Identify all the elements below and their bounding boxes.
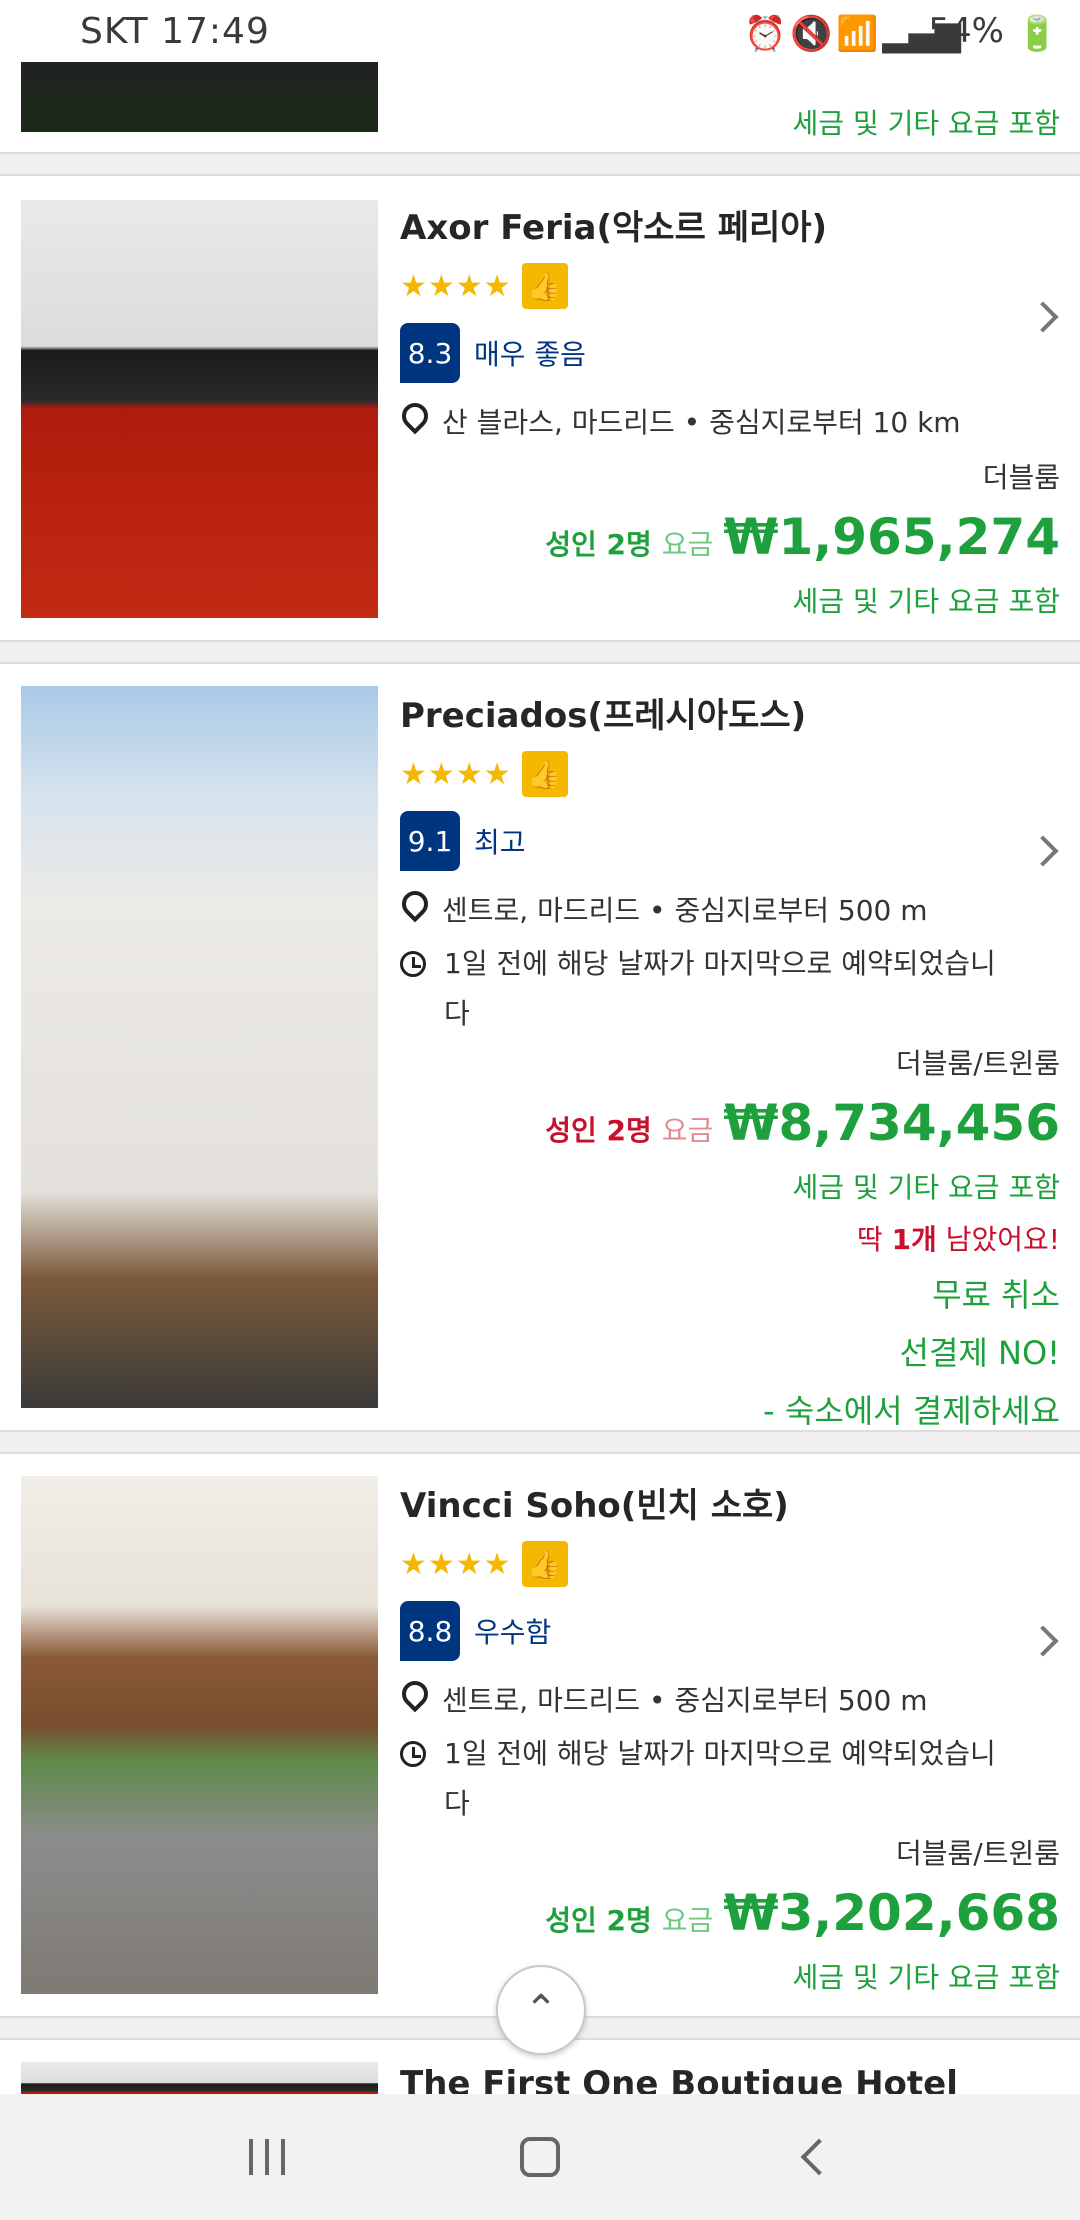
price: ₩3,202,668 (723, 1884, 1060, 1942)
hotel-photo[interactable] (21, 686, 378, 1408)
hotel-name[interactable]: Vincci Soho(빈치 소호) (400, 1478, 1060, 1527)
price: ₩8,734,456 (723, 1094, 1060, 1152)
scroll-to-top-button[interactable]: ⌃ (496, 1965, 586, 2055)
room-type: 더블룸 (982, 461, 1060, 494)
no-prepayment: 선결제 NO! (899, 1334, 1060, 1372)
star-rating: ★★★★ (400, 268, 512, 304)
review-score-label: 매우 좋음 (474, 338, 586, 371)
free-cancellation: 무료 취소 (932, 1276, 1060, 1314)
back-button[interactable] (773, 2117, 853, 2197)
recent-booking-note: 1일 전에 해당 날짜가 마지막으로 예약되었습니다 (444, 947, 996, 1030)
guest-count: 성인 2명 (545, 1114, 652, 1147)
star-rating: ★★★★ (400, 1546, 512, 1582)
tax-note: 세금 및 기타 요금 포함 (792, 585, 1060, 618)
tax-note: 세금 및 기타 요금 포함 (792, 1961, 1060, 1994)
star-rating: ★★★★ (400, 756, 512, 792)
hotel-photo[interactable] (21, 58, 378, 132)
home-button[interactable] (500, 2117, 580, 2197)
review-score-badge: 8.8 (400, 1601, 460, 1661)
location-text: 산 블라스, 마드리드 • 중심지로부터 10 km (442, 406, 961, 439)
price: ₩1,965,274 (723, 508, 1060, 566)
hotel-photo[interactable] (21, 200, 378, 618)
mute-icon: 🔇 (790, 14, 833, 54)
thumbs-up-icon: 👍 (521, 263, 568, 309)
tax-note: 세금 및 기타 요금 포함 (792, 107, 1060, 140)
review-score-badge: 8.3 (400, 323, 460, 383)
recents-button[interactable] (227, 2117, 307, 2197)
thumbs-up-icon: 👍 (521, 1541, 568, 1587)
guest-count: 성인 2명 (545, 1904, 652, 1937)
card-divider (0, 640, 1080, 664)
location-text: 센트로, 마드리드 • 중심지로부터 500 m (442, 894, 928, 927)
room-type: 더블룸/트윈룸 (896, 1047, 1060, 1080)
back-icon (800, 2138, 838, 2176)
hotel-photo[interactable] (21, 1476, 378, 1994)
review-score-label: 우수함 (474, 1616, 552, 1649)
carrier-time: SKT 17:49 (80, 10, 270, 52)
hotel-card[interactable]: Vincci Soho(빈치 소호) ★★★★ 👍 8.8 우수함 센트로, 마… (0, 1454, 1080, 2014)
clock-icon (400, 1741, 426, 1767)
card-divider (0, 152, 1080, 176)
hotel-photo[interactable] (21, 2062, 378, 2094)
location-text: 센트로, 마드리드 • 중심지로부터 500 m (442, 1684, 928, 1717)
location-pin-icon (400, 403, 422, 433)
thumbs-up-icon: 👍 (521, 751, 568, 797)
system-nav-bar (0, 2094, 1080, 2220)
wifi-icon: 📶 (836, 14, 879, 54)
location-pin-icon (400, 891, 422, 921)
clock-icon (400, 951, 426, 977)
location-pin-icon (400, 1681, 422, 1711)
status-bar: SKT 17:49 ⏰ 🔇 📶 ▂▄▆ 54% 🔋 (0, 0, 1080, 62)
room-type: 더블룸/트윈룸 (896, 1837, 1060, 1870)
pay-at-property: - 숙소에서 결제하세요 (763, 1392, 1060, 1430)
results-list[interactable]: 세금 및 기타 요금 포함 Axor Feria(악소르 페리아) ★★★★ 👍… (0, 0, 1080, 2094)
signal-icon: ▂▄▆ (882, 14, 961, 54)
price-label: 요금 (661, 1904, 714, 1937)
hotel-card[interactable]: Preciados(프레시아도스) ★★★★ 👍 9.1 최고 센트로, 마드리… (0, 664, 1080, 1430)
alarm-icon: ⏰ (744, 14, 787, 54)
hotel-card[interactable]: Axor Feria(악소르 페리아) ★★★★ 👍 8.3 매우 좋음 산 블… (0, 176, 1080, 638)
review-score-badge: 9.1 (400, 811, 460, 871)
hotel-name[interactable]: Axor Feria(악소르 페리아) (400, 200, 1060, 249)
recent-booking-note: 1일 전에 해당 날짜가 마지막으로 예약되었습니다 (444, 1737, 996, 1820)
hotel-name[interactable]: The First One Boutique Hotel (400, 2064, 1060, 2094)
tax-note: 세금 및 기타 요금 포함 (792, 1171, 1060, 1204)
review-score-label: 최고 (474, 826, 526, 859)
home-icon (519, 2137, 560, 2177)
scarcity-warning: 딱 1개 남았어요! (856, 1223, 1060, 1256)
recents-icon (248, 2139, 285, 2175)
guest-count: 성인 2명 (545, 528, 652, 561)
price-label: 요금 (661, 528, 714, 561)
battery-icon: 🔋 (1016, 14, 1059, 54)
hotel-name[interactable]: Preciados(프레시아도스) (400, 688, 1060, 737)
price-label: 요금 (661, 1114, 714, 1147)
card-divider (0, 1430, 1080, 1454)
